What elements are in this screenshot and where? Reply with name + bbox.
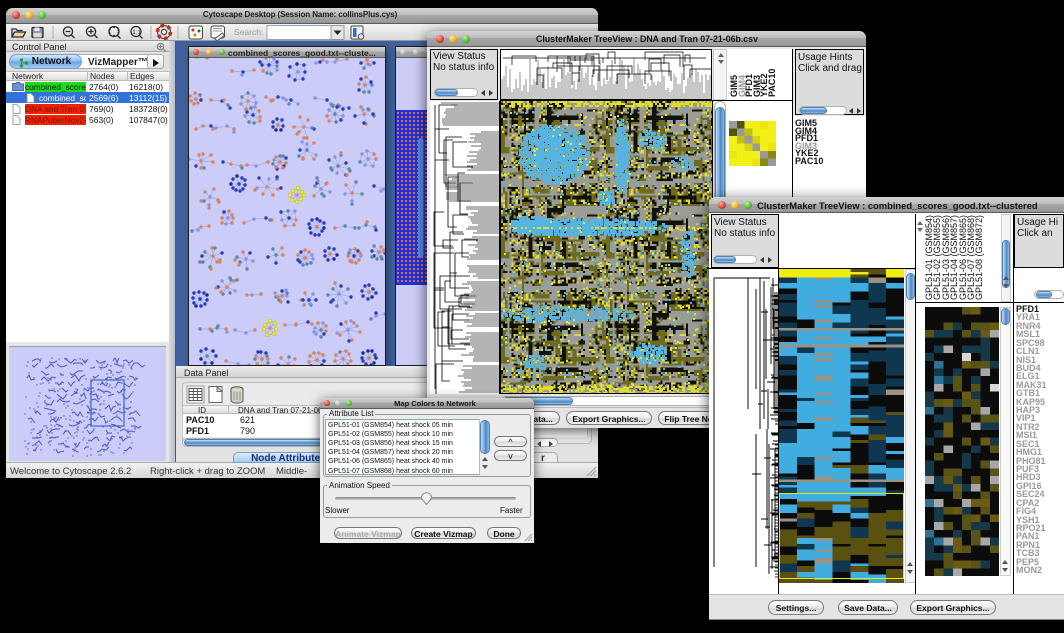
svg-text:1:1: 1:1: [132, 29, 141, 36]
svg-text:Search:: Search:: [234, 27, 263, 37]
